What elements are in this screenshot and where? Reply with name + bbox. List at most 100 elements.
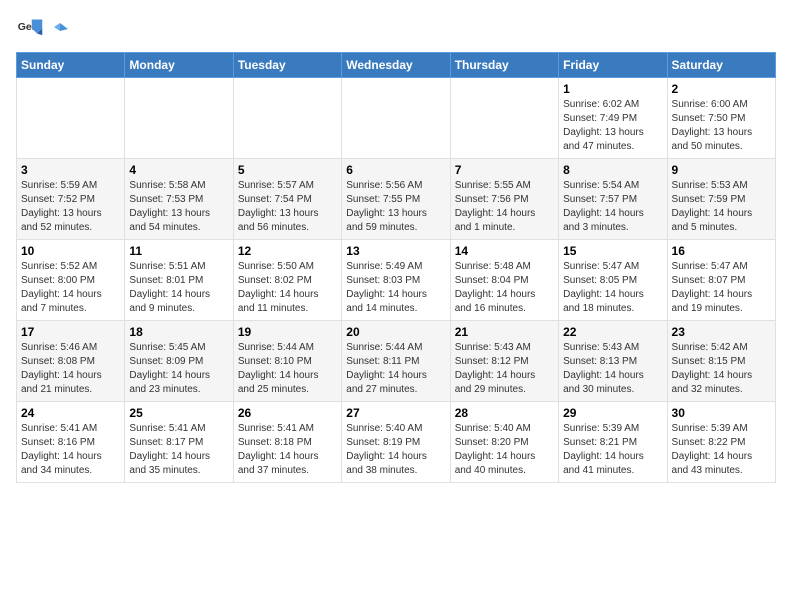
calendar-cell: 29 Sunrise: 5:39 AM Sunset: 8:21 PM Dayli… bbox=[559, 402, 667, 483]
calendar-header: SundayMondayTuesdayWednesdayThursdayFrid… bbox=[17, 53, 776, 78]
day-detail: Sunrise: 5:53 AM Sunset: 7:59 PM Dayligh… bbox=[672, 179, 771, 235]
calendar-cell: 19 Sunrise: 5:44 AM Sunset: 8:10 PM Dayli… bbox=[233, 321, 341, 402]
day-detail: Sunrise: 5:41 AM Sunset: 8:16 PM Dayligh… bbox=[21, 422, 120, 478]
day-number: 17 bbox=[21, 325, 120, 339]
calendar-cell: 16 Sunrise: 5:47 AM Sunset: 8:07 PM Dayli… bbox=[667, 240, 775, 321]
calendar-cell: 18 Sunrise: 5:45 AM Sunset: 8:09 PM Dayli… bbox=[125, 321, 233, 402]
weekday-header-sunday: Sunday bbox=[17, 53, 125, 78]
day-number: 9 bbox=[672, 163, 771, 177]
calendar-cell: 26Sunrise: 5:41 AM Sunset: 8:18 PM Dayli… bbox=[233, 402, 341, 483]
calendar-cell: 9 Sunrise: 5:53 AM Sunset: 7:59 PM Daylig… bbox=[667, 159, 775, 240]
calendar-cell: 11 Sunrise: 5:51 AM Sunset: 8:01 PM Dayli… bbox=[125, 240, 233, 321]
weekday-header-monday: Monday bbox=[125, 53, 233, 78]
day-detail: Sunrise: 5:49 AM Sunset: 8:03 PM Dayligh… bbox=[346, 260, 445, 316]
calendar-cell: 12Sunrise: 5:50 AM Sunset: 8:02 PM Dayli… bbox=[233, 240, 341, 321]
day-number: 30 bbox=[672, 406, 771, 420]
day-number: 4 bbox=[129, 163, 228, 177]
day-detail: Sunrise: 5:41 AM Sunset: 8:17 PM Dayligh… bbox=[129, 422, 228, 478]
day-number: 13 bbox=[346, 244, 445, 258]
day-number: 10 bbox=[21, 244, 120, 258]
calendar-week-row: 24 Sunrise: 5:41 AM Sunset: 8:16 PM Dayli… bbox=[17, 402, 776, 483]
calendar-cell bbox=[125, 78, 233, 159]
weekday-header-saturday: Saturday bbox=[667, 53, 775, 78]
day-detail: Sunrise: 5:39 AM Sunset: 8:22 PM Dayligh… bbox=[672, 422, 771, 478]
calendar-cell: 8Sunrise: 5:54 AM Sunset: 7:57 PM Daylig… bbox=[559, 159, 667, 240]
day-detail: Sunrise: 5:50 AM Sunset: 8:02 PM Dayligh… bbox=[238, 260, 337, 316]
calendar-cell: 24 Sunrise: 5:41 AM Sunset: 8:16 PM Dayli… bbox=[17, 402, 125, 483]
calendar-cell: 22 Sunrise: 5:43 AM Sunset: 8:13 PM Dayli… bbox=[559, 321, 667, 402]
day-number: 5 bbox=[238, 163, 337, 177]
day-detail: Sunrise: 5:48 AM Sunset: 8:04 PM Dayligh… bbox=[455, 260, 554, 316]
day-detail: Sunrise: 5:47 AM Sunset: 8:07 PM Dayligh… bbox=[672, 260, 771, 316]
day-detail: Sunrise: 5:56 AM Sunset: 7:55 PM Dayligh… bbox=[346, 179, 445, 235]
day-number: 28 bbox=[455, 406, 554, 420]
day-number: 16 bbox=[672, 244, 771, 258]
day-detail: Sunrise: 5:52 AM Sunset: 8:00 PM Dayligh… bbox=[21, 260, 120, 316]
day-number: 29 bbox=[563, 406, 662, 420]
calendar-cell: 23 Sunrise: 5:42 AM Sunset: 8:15 PM Dayli… bbox=[667, 321, 775, 402]
day-number: 22 bbox=[563, 325, 662, 339]
calendar-cell: 3Sunrise: 5:59 AM Sunset: 7:52 PM Daylig… bbox=[17, 159, 125, 240]
logo-text-block bbox=[48, 20, 70, 41]
calendar-body: 1Sunrise: 6:02 AM Sunset: 7:49 PM Daylig… bbox=[17, 78, 776, 483]
day-detail: Sunrise: 5:43 AM Sunset: 8:12 PM Dayligh… bbox=[455, 341, 554, 397]
day-number: 26 bbox=[238, 406, 337, 420]
day-number: 15 bbox=[563, 244, 662, 258]
day-detail: Sunrise: 5:44 AM Sunset: 8:11 PM Dayligh… bbox=[346, 341, 445, 397]
calendar-cell bbox=[342, 78, 450, 159]
day-detail: Sunrise: 5:45 AM Sunset: 8:09 PM Dayligh… bbox=[129, 341, 228, 397]
calendar-week-row: 10 Sunrise: 5:52 AM Sunset: 8:00 PM Dayli… bbox=[17, 240, 776, 321]
calendar-cell bbox=[17, 78, 125, 159]
calendar-cell: 14Sunrise: 5:48 AM Sunset: 8:04 PM Dayli… bbox=[450, 240, 558, 321]
day-number: 24 bbox=[21, 406, 120, 420]
calendar-cell: 10 Sunrise: 5:52 AM Sunset: 8:00 PM Dayli… bbox=[17, 240, 125, 321]
day-number: 20 bbox=[346, 325, 445, 339]
day-detail: Sunrise: 5:42 AM Sunset: 8:15 PM Dayligh… bbox=[672, 341, 771, 397]
day-number: 25 bbox=[129, 406, 228, 420]
day-detail: Sunrise: 5:58 AM Sunset: 7:53 PM Dayligh… bbox=[129, 179, 228, 235]
calendar-cell: 13 Sunrise: 5:49 AM Sunset: 8:03 PM Dayli… bbox=[342, 240, 450, 321]
logo-bird-icon bbox=[50, 21, 70, 41]
weekday-header-friday: Friday bbox=[559, 53, 667, 78]
weekday-header-thursday: Thursday bbox=[450, 53, 558, 78]
weekday-header-wednesday: Wednesday bbox=[342, 53, 450, 78]
day-number: 7 bbox=[455, 163, 554, 177]
day-detail: Sunrise: 5:57 AM Sunset: 7:54 PM Dayligh… bbox=[238, 179, 337, 235]
day-detail: Sunrise: 5:43 AM Sunset: 8:13 PM Dayligh… bbox=[563, 341, 662, 397]
day-number: 19 bbox=[238, 325, 337, 339]
calendar-cell bbox=[233, 78, 341, 159]
day-number: 23 bbox=[672, 325, 771, 339]
calendar-week-row: 17 Sunrise: 5:46 AM Sunset: 8:08 PM Dayli… bbox=[17, 321, 776, 402]
calendar-week-row: 1Sunrise: 6:02 AM Sunset: 7:49 PM Daylig… bbox=[17, 78, 776, 159]
calendar-cell bbox=[450, 78, 558, 159]
weekday-header-row: SundayMondayTuesdayWednesdayThursdayFrid… bbox=[17, 53, 776, 78]
weekday-header-tuesday: Tuesday bbox=[233, 53, 341, 78]
calendar-cell: 5 Sunrise: 5:57 AM Sunset: 7:54 PM Daylig… bbox=[233, 159, 341, 240]
day-number: 27 bbox=[346, 406, 445, 420]
calendar-cell: 1Sunrise: 6:02 AM Sunset: 7:49 PM Daylig… bbox=[559, 78, 667, 159]
logo: Gen bbox=[16, 16, 70, 44]
calendar-cell: 6Sunrise: 5:56 AM Sunset: 7:55 PM Daylig… bbox=[342, 159, 450, 240]
day-detail: Sunrise: 5:51 AM Sunset: 8:01 PM Dayligh… bbox=[129, 260, 228, 316]
logo-icon: Gen bbox=[16, 16, 44, 44]
day-detail: Sunrise: 5:47 AM Sunset: 8:05 PM Dayligh… bbox=[563, 260, 662, 316]
day-detail: Sunrise: 5:39 AM Sunset: 8:21 PM Dayligh… bbox=[563, 422, 662, 478]
calendar-cell: 25 Sunrise: 5:41 AM Sunset: 8:17 PM Dayli… bbox=[125, 402, 233, 483]
day-detail: Sunrise: 5:40 AM Sunset: 8:20 PM Dayligh… bbox=[455, 422, 554, 478]
day-number: 11 bbox=[129, 244, 228, 258]
day-detail: Sunrise: 5:46 AM Sunset: 8:08 PM Dayligh… bbox=[21, 341, 120, 397]
calendar-cell: 2Sunrise: 6:00 AM Sunset: 7:50 PM Daylig… bbox=[667, 78, 775, 159]
calendar-cell: 7 Sunrise: 5:55 AM Sunset: 7:56 PM Daylig… bbox=[450, 159, 558, 240]
calendar-cell: 15 Sunrise: 5:47 AM Sunset: 8:05 PM Dayli… bbox=[559, 240, 667, 321]
day-number: 18 bbox=[129, 325, 228, 339]
day-number: 3 bbox=[21, 163, 120, 177]
calendar-cell: 30 Sunrise: 5:39 AM Sunset: 8:22 PM Dayli… bbox=[667, 402, 775, 483]
calendar-table: SundayMondayTuesdayWednesdayThursdayFrid… bbox=[16, 52, 776, 483]
calendar-cell: 21Sunrise: 5:43 AM Sunset: 8:12 PM Dayli… bbox=[450, 321, 558, 402]
calendar-cell: 27Sunrise: 5:40 AM Sunset: 8:19 PM Dayli… bbox=[342, 402, 450, 483]
day-detail: Sunrise: 5:55 AM Sunset: 7:56 PM Dayligh… bbox=[455, 179, 554, 235]
calendar-cell: 4 Sunrise: 5:58 AM Sunset: 7:53 PM Daylig… bbox=[125, 159, 233, 240]
day-detail: Sunrise: 5:44 AM Sunset: 8:10 PM Dayligh… bbox=[238, 341, 337, 397]
header: Gen bbox=[16, 16, 776, 44]
calendar-week-row: 3Sunrise: 5:59 AM Sunset: 7:52 PM Daylig… bbox=[17, 159, 776, 240]
